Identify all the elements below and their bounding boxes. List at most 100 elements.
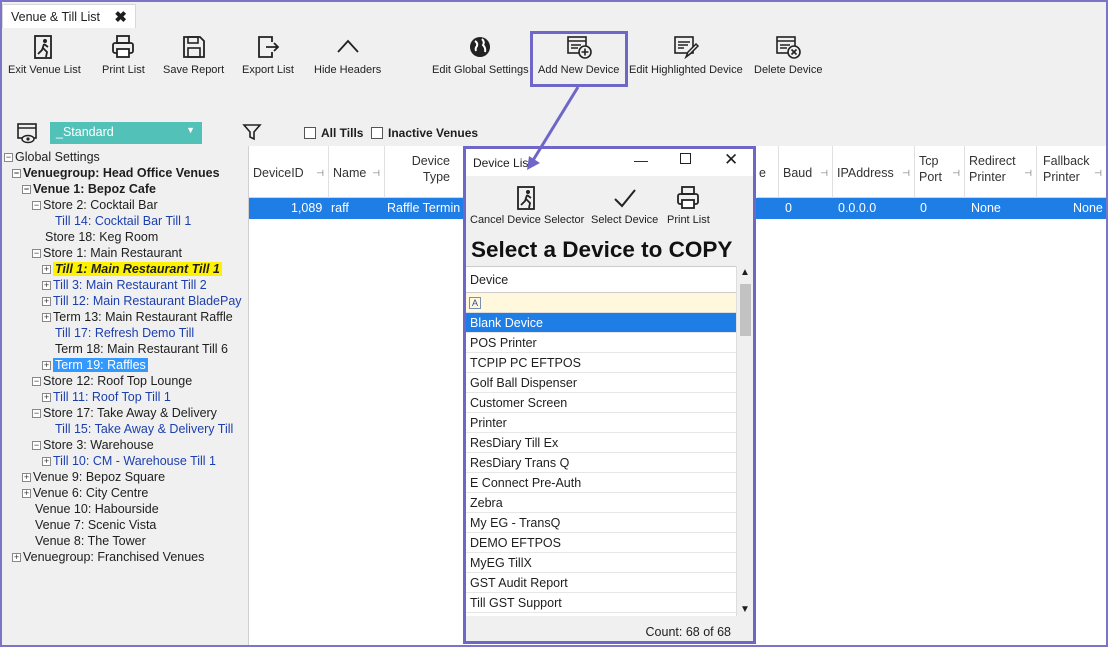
collapse-icon[interactable]: −: [32, 409, 41, 418]
auto-filter-row[interactable]: A: [466, 293, 736, 313]
inactive-venues-checkbox-box[interactable]: [371, 127, 383, 139]
tree-node-global-settings[interactable]: − Global Settings: [4, 149, 100, 165]
close-icon[interactable]: ✕: [724, 150, 738, 170]
popup-print-list-button[interactable]: Print List: [667, 185, 710, 226]
collapse-icon[interactable]: −: [32, 377, 41, 386]
tree-node-venuegroup-franchised[interactable]: + Venuegroup: Franchised Venues: [12, 549, 204, 565]
print-list-button[interactable]: Print List: [102, 34, 145, 76]
list-item[interactable]: E Connect Pre-Auth: [466, 473, 736, 493]
select-device-button[interactable]: Select Device: [591, 185, 658, 226]
edit-global-settings-button[interactable]: Edit Global Settings: [432, 34, 529, 76]
expand-icon[interactable]: +: [42, 297, 51, 306]
column-header-tcp-port[interactable]: Tcp Port ⊣: [915, 146, 965, 198]
pin-icon[interactable]: ⊣: [1024, 168, 1032, 179]
tree-node-venuegroup-head-office[interactable]: − Venuegroup: Head Office Venues: [12, 165, 220, 181]
close-icon[interactable]: ✖: [114, 8, 127, 26]
column-header-name[interactable]: Name ⊣: [329, 146, 385, 198]
tree-node-till-15[interactable]: Till 15: Take Away & Delivery Till: [55, 421, 233, 437]
cancel-device-selector-button[interactable]: Cancel Device Selector: [470, 185, 584, 226]
expand-icon[interactable]: +: [22, 473, 31, 482]
list-scrollbar[interactable]: ▲ ▼: [736, 266, 753, 616]
tree-node-store-3[interactable]: − Store 3: Warehouse: [32, 437, 154, 453]
collapse-icon[interactable]: −: [32, 441, 41, 450]
expand-icon[interactable]: +: [42, 361, 51, 370]
expand-icon[interactable]: +: [42, 281, 51, 290]
pin-icon[interactable]: ⊣: [952, 168, 960, 179]
list-item[interactable]: Blank Device: [466, 313, 736, 333]
tree-node-store-1[interactable]: − Store 1: Main Restaurant: [32, 245, 182, 261]
list-item[interactable]: ResDiary Till Ex: [466, 433, 736, 453]
layout-select[interactable]: _Standard ▼: [50, 122, 202, 144]
tree-node-store-2[interactable]: − Store 2: Cocktail Bar: [32, 197, 158, 213]
tab-venue-till-list[interactable]: Venue & Till List ✖: [2, 4, 136, 29]
expand-icon[interactable]: +: [12, 553, 21, 562]
tree-node-till-11[interactable]: + Till 11: Roof Top Till 1: [42, 389, 171, 405]
list-item[interactable]: Golf Ball Dispenser: [466, 373, 736, 393]
column-header-device[interactable]: Device: [466, 267, 736, 293]
list-item[interactable]: POS Printer: [466, 333, 736, 353]
minimize-icon[interactable]: —: [634, 152, 648, 168]
list-item[interactable]: GST Audit Report: [466, 573, 736, 593]
list-item[interactable]: Till GST Support: [466, 593, 736, 613]
tree-node-till-12[interactable]: + Till 12: Main Restaurant BladePay: [42, 293, 242, 309]
pin-icon[interactable]: ⊣: [902, 168, 910, 179]
collapse-icon[interactable]: −: [32, 249, 41, 258]
tree-node-venue-1[interactable]: − Venue 1: Bepoz Cafe: [22, 181, 156, 197]
collapse-icon[interactable]: −: [12, 169, 21, 178]
tree-node-till-14[interactable]: Till 14: Cocktail Bar Till 1: [55, 213, 191, 229]
column-header-baud[interactable]: Baud ⊣: [779, 146, 833, 198]
list-item[interactable]: MyEG TillX: [466, 553, 736, 573]
column-header-device-id[interactable]: DeviceID ⊣: [249, 146, 329, 198]
tree-node-term-18[interactable]: Term 18: Main Restaurant Till 6: [55, 341, 228, 357]
collapse-icon[interactable]: −: [22, 185, 31, 194]
list-item[interactable]: TCPIP PC EFTPOS: [466, 353, 736, 373]
expand-icon[interactable]: +: [42, 313, 51, 322]
save-report-button[interactable]: Save Report: [163, 34, 224, 76]
expand-icon[interactable]: +: [42, 457, 51, 466]
list-item[interactable]: My EG - TransQ: [466, 513, 736, 533]
tree-node-venue-6[interactable]: + Venue 6: City Centre: [22, 485, 148, 501]
all-tills-checkbox-box[interactable]: [304, 127, 316, 139]
maximize-icon[interactable]: [680, 153, 691, 164]
view-layout-icon[interactable]: [16, 122, 40, 147]
scrollbar-thumb[interactable]: [740, 284, 751, 336]
pin-icon[interactable]: ⊣: [316, 168, 324, 179]
filter-funnel-icon[interactable]: [242, 122, 262, 145]
column-header-device-type[interactable]: Device Type: [385, 146, 465, 198]
pin-icon[interactable]: ⊣: [1094, 168, 1102, 179]
list-item[interactable]: Customer Screen: [466, 393, 736, 413]
all-tills-checkbox[interactable]: All Tills: [304, 126, 363, 140]
pin-icon[interactable]: ⊣: [372, 168, 380, 179]
hide-headers-button[interactable]: Hide Headers: [314, 34, 381, 76]
tree-node-store-17[interactable]: − Store 17: Take Away & Delivery: [32, 405, 217, 421]
column-header-redirect-printer[interactable]: Redirect Printer ⊣: [965, 146, 1037, 198]
exit-venue-list-button[interactable]: Exit Venue List: [8, 34, 81, 76]
tree-node-store-12[interactable]: − Store 12: Roof Top Lounge: [32, 373, 192, 389]
tree-node-till-17[interactable]: Till 17: Refresh Demo Till: [55, 325, 194, 341]
tree-node-venue-9[interactable]: + Venue 9: Bepoz Square: [22, 469, 165, 485]
column-header-fallback-printer[interactable]: Fallback Printer ⊣: [1037, 146, 1107, 198]
column-header-e[interactable]: e: [757, 146, 779, 198]
scroll-up-icon[interactable]: ▲: [740, 267, 750, 278]
expand-icon[interactable]: +: [42, 265, 51, 274]
export-list-button[interactable]: Export List: [242, 34, 294, 76]
list-item[interactable]: DEMO EFTPOS: [466, 533, 736, 553]
pin-icon[interactable]: ⊣: [820, 168, 828, 179]
column-header-ipaddress[interactable]: IPAddress ⊣: [833, 146, 915, 198]
edit-highlighted-device-button[interactable]: Edit Highlighted Device: [629, 34, 743, 76]
collapse-icon[interactable]: −: [32, 201, 41, 210]
tree-node-term-19[interactable]: + Term 19: Raffles: [42, 357, 148, 373]
scroll-down-icon[interactable]: ▼: [740, 604, 750, 615]
list-item[interactable]: Printer: [466, 413, 736, 433]
tree-node-term-13[interactable]: + Term 13: Main Restaurant Raffle: [42, 309, 233, 325]
tree-node-till-1[interactable]: + Till 1: Main Restaurant Till 1: [42, 261, 222, 277]
expand-icon[interactable]: +: [42, 393, 51, 402]
list-item[interactable]: ResDiary Trans Q: [466, 453, 736, 473]
inactive-venues-checkbox[interactable]: Inactive Venues: [371, 126, 478, 140]
collapse-icon[interactable]: −: [4, 153, 13, 162]
delete-device-button[interactable]: Delete Device: [754, 34, 822, 76]
tree-node-till-10[interactable]: + Till 10: CM - Warehouse Till 1: [42, 453, 216, 469]
text-filter-icon[interactable]: A: [469, 297, 481, 309]
list-item[interactable]: Zebra: [466, 493, 736, 513]
tree-node-venue-7[interactable]: Venue 7: Scenic Vista: [35, 517, 156, 533]
